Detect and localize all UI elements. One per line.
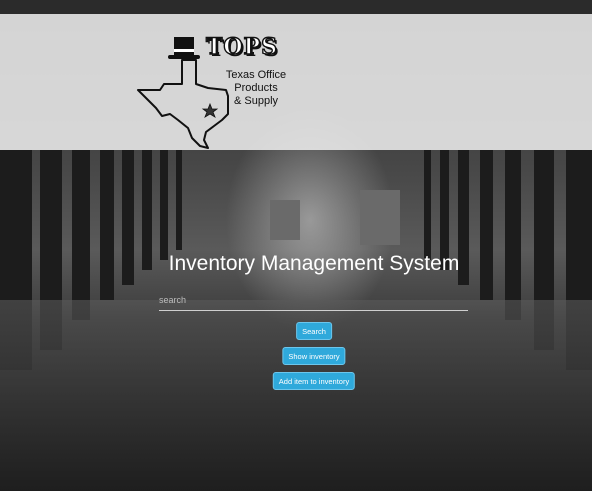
rack [480, 150, 493, 300]
top-hat-icon [168, 37, 200, 59]
add-item-button[interactable]: Add item to inventory [272, 372, 356, 390]
logo-subtitle-line: & Supply [233, 95, 279, 107]
header-band: TOPS Texas Office Products & Supply [0, 14, 592, 150]
rack [424, 150, 431, 260]
rack [505, 150, 521, 320]
logo-brand: TOPS [205, 33, 278, 60]
rack [100, 150, 114, 300]
search-button[interactable]: Search [296, 322, 332, 340]
show-inventory-button[interactable]: Show inventory [282, 347, 346, 365]
rack [160, 150, 168, 260]
rack [176, 150, 182, 250]
logo-subtitle: Texas Office Products & Supply [216, 69, 296, 108]
top-strip [0, 0, 592, 14]
tops-logo: TOPS Texas Office Products & Supply [134, 33, 304, 156]
logo-subtitle-line: Texas Office [225, 69, 287, 81]
pallet-stack [270, 200, 300, 240]
logo-subtitle-line: Products [234, 82, 278, 94]
star-icon [201, 102, 219, 118]
pallet-stack [360, 190, 400, 245]
search-input[interactable] [159, 290, 468, 311]
rack [72, 150, 90, 320]
page-title: Inventory Management System [168, 252, 460, 275]
